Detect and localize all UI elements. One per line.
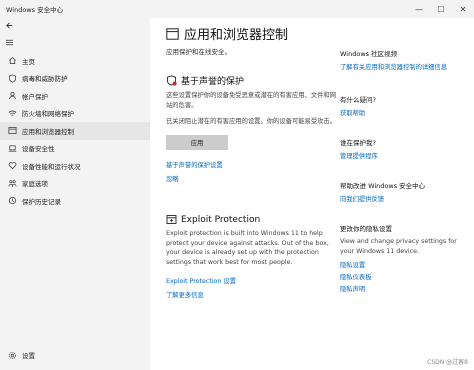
heart-icon xyxy=(5,161,19,170)
minimize-button[interactable]: — xyxy=(408,0,430,18)
person-icon xyxy=(5,91,19,100)
sidebar-item-home[interactable]: 主页 xyxy=(0,52,150,70)
exploit-protection-description: Exploit protection is built into Windows… xyxy=(166,230,329,266)
reputation-protection-description: 这些设置保护你的设备免受恶意或潜在的有害应用、文件和网站的危害。 xyxy=(166,92,337,109)
privacy-title: 更改你的隐私设置 xyxy=(340,225,392,233)
sidebar-item-label: 病毒和威胁防护 xyxy=(22,75,68,84)
hamburger-icon xyxy=(5,39,14,45)
privacy-statement-link[interactable]: 隐私声明 xyxy=(340,284,468,293)
watermark: CSDN @过客8 xyxy=(427,359,468,366)
page-title: 应用和浏览器控制 xyxy=(184,28,289,43)
sidebar-item-settings[interactable]: 设置 xyxy=(0,347,150,365)
privacy-section: 更改你的隐私设置 View and change privacy setting… xyxy=(340,223,468,293)
sidebar-item-protection-history[interactable]: 保护历史记录 xyxy=(0,192,150,210)
page-header: 应用和浏览器控制 xyxy=(166,24,288,43)
privacy-description: View and change privacy settings for you… xyxy=(340,238,457,255)
family-icon xyxy=(5,179,19,188)
sidebar-item-label: 设备安全性 xyxy=(22,145,55,154)
sidebar-item-firewall[interactable]: 防火墙和网络保护 xyxy=(0,105,150,123)
menu-button[interactable] xyxy=(0,32,150,52)
sidebar-item-family-options[interactable]: 家庭选项 xyxy=(0,175,150,193)
gear-icon xyxy=(5,351,19,360)
sidebar-item-app-browser-control[interactable]: 应用和浏览器控制 xyxy=(0,122,150,140)
community-videos-title: Windows 社区视频 xyxy=(340,50,398,58)
question-section: 有什么疑问? 获取帮助 xyxy=(340,94,468,117)
dismiss-link[interactable]: 忽略 xyxy=(166,174,336,183)
reputation-protection-section: 基于声誉的保护 这些设置保护你的设备免受恶意或潜在的有害应用、文件和网站的危害。… xyxy=(166,74,336,183)
exploit-protection-icon xyxy=(166,215,177,224)
sidebar-item-device-performance[interactable]: 设备性能和运行状况 xyxy=(0,157,150,175)
back-button[interactable] xyxy=(0,18,150,32)
sidebar-item-label: 保护历史记录 xyxy=(22,197,61,206)
shield-icon xyxy=(5,74,19,83)
feedback-link[interactable]: 向我们提供反馈 xyxy=(340,194,468,203)
sidebar-item-account-protection[interactable]: 帐户保护 xyxy=(0,87,150,105)
improve-section: 帮助改进 Windows 安全中心 向我们提供反馈 xyxy=(340,180,468,203)
reputation-protection-heading: 基于声誉的保护 xyxy=(166,74,336,87)
history-icon xyxy=(5,196,19,205)
improve-title: 帮助改进 Windows 安全中心 xyxy=(340,182,426,190)
back-arrow-icon xyxy=(6,21,13,29)
close-button[interactable]: ✕ xyxy=(452,0,474,18)
privacy-dashboard-link[interactable]: 隐私仪表板 xyxy=(340,272,468,281)
reputation-protection-title: 基于声誉的保护 xyxy=(181,77,245,87)
protecting-title: 谁在保护我? xyxy=(340,139,376,147)
sidebar-item-label: 家庭选项 xyxy=(22,180,48,189)
apply-button[interactable]: 应用 xyxy=(166,134,228,150)
learn-more-link[interactable]: 了解更多信息 xyxy=(166,290,336,299)
sidebar-item-label: 设置 xyxy=(22,352,35,361)
sidebar-item-label: 防火墙和网络保护 xyxy=(22,110,74,119)
maximize-button[interactable]: ☐ xyxy=(430,0,452,18)
exploit-protection-section: Exploit Protection Exploit protection is… xyxy=(166,214,336,300)
protecting-section: 谁在保护我? 管理提供程序 xyxy=(340,137,468,160)
manage-providers-link[interactable]: 管理提供程序 xyxy=(340,151,468,160)
page-subtitle: 应用保护和在线安全。 xyxy=(166,48,231,56)
window-title: Windows 安全中心 xyxy=(6,6,64,14)
title-bar: Windows 安全中心 — ☐ ✕ xyxy=(0,0,474,18)
community-videos-link[interactable]: 了解有关应用和浏览器控制的详细信息 xyxy=(340,62,468,71)
sidebar-item-virus-protection[interactable]: 病毒和威胁防护 xyxy=(0,70,150,88)
sidebar-item-label: 设备性能和运行状况 xyxy=(22,162,81,171)
shield-warning-icon xyxy=(166,75,177,86)
sidebar: 主页 病毒和威胁防护 帐户保护 防火墙和网络保护 应用和浏览器控制 设备安全性 … xyxy=(0,18,150,370)
app-window-icon xyxy=(166,27,179,40)
sidebar-item-device-security[interactable]: 设备安全性 xyxy=(0,140,150,158)
privacy-settings-link[interactable]: 隐私设置 xyxy=(340,260,468,269)
exploit-protection-title: Exploit Protection xyxy=(181,214,261,225)
exploit-settings-link[interactable]: Exploit Protection 设置 xyxy=(166,276,336,285)
community-videos-section: Windows 社区视频 了解有关应用和浏览器控制的详细信息 xyxy=(340,48,468,71)
reputation-settings-link[interactable]: 基于声誉的保护设置 xyxy=(166,160,336,169)
laptop-icon xyxy=(5,144,19,153)
home-icon xyxy=(5,56,19,65)
question-title: 有什么疑问? xyxy=(340,96,376,104)
wifi-icon xyxy=(5,109,19,118)
app-window-icon xyxy=(5,126,19,135)
sidebar-item-label: 帐户保护 xyxy=(22,92,48,101)
sidebar-item-label: 应用和浏览器控制 xyxy=(22,127,74,136)
get-help-link[interactable]: 获取帮助 xyxy=(340,108,468,117)
exploit-protection-heading: Exploit Protection xyxy=(166,214,336,225)
reputation-protection-warning: 已关闭阻止潜在的有害应用的设置。你的设备可能易受攻击。 xyxy=(166,118,337,126)
sidebar-item-label: 主页 xyxy=(22,57,35,66)
